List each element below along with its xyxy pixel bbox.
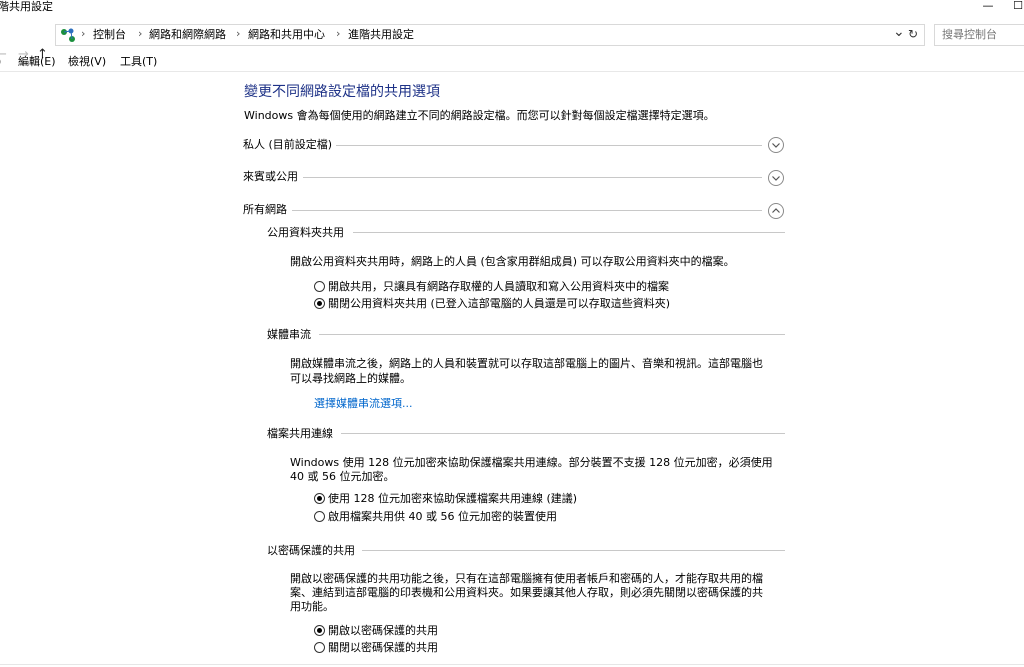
media-desc-line-1: 開啟媒體串流之後，網路上的人員和裝置就可以存取這部電腦上的圖片、音樂和視訊。這部… [290,357,763,370]
public-folder-on-label[interactable]: 開啟共用，只讓具有網路存取權的人員讀取和寫入公用資料夾中的檔案 [328,279,669,294]
breadcrumb-separator: › [138,27,143,40]
password-on-label[interactable]: 開啟以密碼保護的共用 [328,623,438,638]
refresh-icon[interactable]: ↻ [908,27,918,41]
section-divider [362,550,785,551]
section-divider [319,334,785,335]
password-desc-line-1: 開啟以密碼保護的共用功能之後，只有在這部電腦擁有使用者帳戶和密碼的人，才能存取共… [290,572,763,585]
encryption-40-56-label[interactable]: 啟用檔案共用供 40 或 56 位元加密的裝置使用 [328,509,557,524]
address-dropdown-icon[interactable]: ⌄ [893,25,905,39]
public-folder-off-radio[interactable] [314,298,325,309]
breadcrumb-separator: › [236,27,241,40]
section-header-public-folder: 公用資料夾共用 [267,226,344,239]
encryption-128-label[interactable]: 使用 128 位元加密來協助保護檔案共用連線 (建議) [328,491,577,506]
breadcrumb-network-sharing-center[interactable]: 網路和共用中心 [248,28,325,42]
profile-all-label[interactable]: 所有網路 [243,202,287,217]
file-sharing-desc-line-1: Windows 使用 128 位元加密來協助保護檔案共用連線。部分裝置不支援 1… [290,456,773,469]
menu-tools[interactable]: 工具(T) [120,55,157,69]
section-header-media: 媒體串流 [267,328,311,341]
menu-item-partial[interactable]: ) [0,55,1,69]
profile-divider [303,177,762,178]
encryption-40-56-radio[interactable] [314,511,325,522]
media-streaming-options-link[interactable]: 選擇媒體串流選項... [314,396,413,411]
profile-private-label[interactable]: 私人 (目前設定檔) [243,137,332,152]
public-folder-on-radio[interactable] [314,281,325,292]
page-title: 變更不同網路設定檔的共用選項 [244,84,440,100]
password-on-radio[interactable] [314,625,325,636]
section-header-file-sharing: 檔案共用連線 [267,427,333,440]
breadcrumb-control-panel[interactable]: 控制台 [93,28,126,42]
expand-chevron-icon[interactable] [768,170,784,186]
collapse-chevron-icon[interactable] [768,203,784,219]
section-divider [341,433,785,434]
profile-divider [292,210,762,211]
profile-guest-label[interactable]: 來賓或公用 [243,169,298,184]
title-bar: 階共用設定 — ☐ [0,0,1024,20]
menu-edit[interactable]: 編輯(E) [18,55,56,69]
profile-divider [336,145,762,146]
public-folder-desc: 開啟公用資料夾共用時，網路上的人員 (包含家用群組成員) 可以存取公用資料夾中的… [290,255,735,268]
minimize-button[interactable]: — [978,0,998,14]
control-panel-icon [61,28,75,42]
bottom-divider [0,664,1024,665]
password-desc-line-2: 案、連結到這部電腦的印表機和公用資料夾。如果要讓其他人存取，則必須先關閉以密碼保… [290,586,763,599]
public-folder-off-label[interactable]: 關閉公用資料夾共用 (已登入這部電腦的人員還是可以存取這些資料夾) [328,296,670,311]
breadcrumb-network-internet[interactable]: 網路和網際網路 [149,28,226,42]
media-desc-line-2: 可以尋找網路上的媒體。 [290,372,411,385]
search-input[interactable]: 搜尋控制台 [934,24,1024,46]
encryption-128-radio[interactable] [314,493,325,504]
menu-view[interactable]: 檢視(V) [68,55,106,69]
section-header-password: 以密碼保護的共用 [267,544,355,557]
password-desc-line-3: 用功能。 [290,600,334,613]
file-sharing-desc-line-2: 40 或 56 位元加密。 [290,470,395,483]
password-off-radio[interactable] [314,642,325,653]
window-title: 階共用設定 [0,0,53,13]
maximize-button[interactable]: ☐ [1008,0,1024,14]
breadcrumb-advanced-sharing[interactable]: 進階共用設定 [348,28,414,42]
intro-text: Windows 會為每個使用的網路建立不同的網路設定檔。而您可以針對每個設定檔選… [244,109,715,122]
menu-divider [0,71,1024,72]
breadcrumb-separator: › [336,27,341,40]
section-divider [353,232,785,233]
breadcrumb-separator: › [81,27,86,40]
password-off-label[interactable]: 關閉以密碼保護的共用 [328,640,438,655]
expand-chevron-icon[interactable] [768,137,784,153]
